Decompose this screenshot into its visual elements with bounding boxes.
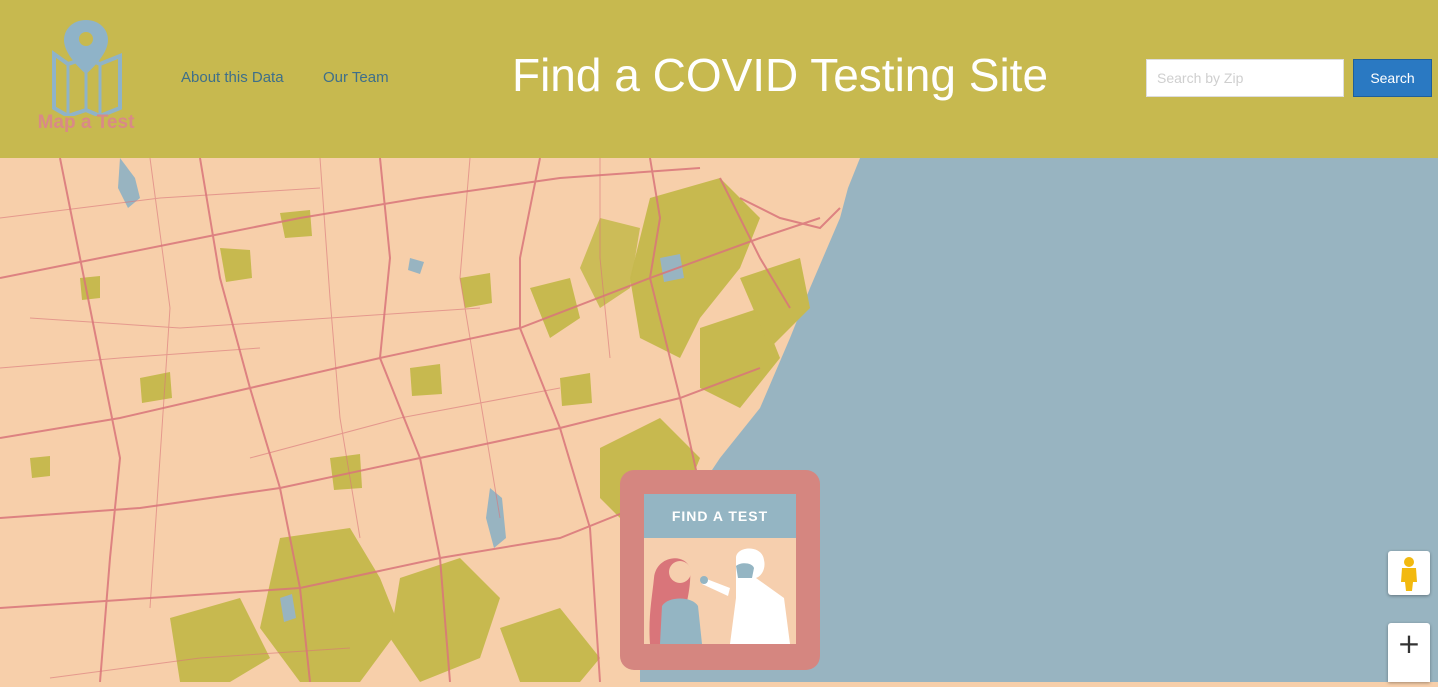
header: Map a Test About this Data Our Team Find…: [0, 0, 1438, 158]
nasal-swab-illustration-icon: [649, 548, 790, 644]
nav-our-team[interactable]: Our Team: [323, 69, 389, 86]
nav-about-data[interactable]: About this Data: [181, 69, 284, 86]
page-title: Find a COVID Testing Site: [511, 49, 1049, 101]
map-pin-icon: [52, 20, 122, 119]
zoom-in-button[interactable]: +: [1388, 623, 1430, 682]
map[interactable]: FIND A TEST +: [0, 157, 1438, 683]
find-a-test-card[interactable]: FIND A TEST: [620, 470, 820, 670]
card-illustration: FIND A TEST: [644, 494, 796, 644]
logo[interactable]: Map a Test: [20, 16, 152, 140]
plus-icon: +: [1397, 627, 1421, 660]
pegman-icon: [1401, 557, 1417, 591]
street-view-pegman-button[interactable]: [1388, 551, 1430, 595]
zip-search-input[interactable]: [1146, 59, 1344, 97]
logo-text: Map a Test: [37, 112, 135, 133]
search-button[interactable]: Search: [1353, 59, 1432, 97]
card-banner-text: FIND A TEST: [644, 494, 796, 538]
